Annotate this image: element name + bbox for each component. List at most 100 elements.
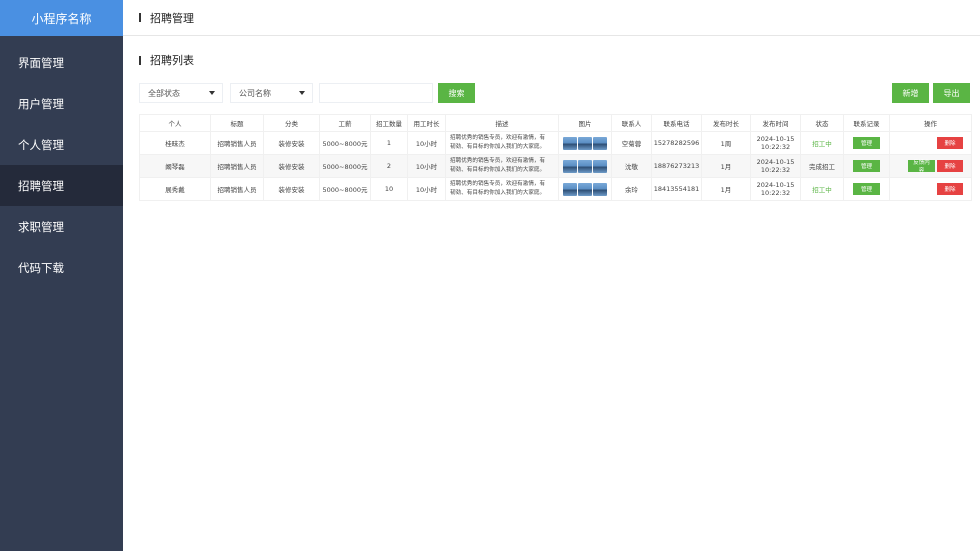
description-line: 韧劲、有目标的你加入我们的大家庭。 xyxy=(450,190,546,196)
cell-description: 招聘优秀的销售专员，欢迎有激情，有 韧劲、有目标的你加入我们的大家庭。 xyxy=(445,131,559,155)
image-thumbnail[interactable] xyxy=(578,136,592,150)
column-header: 发布时长 xyxy=(701,114,751,132)
table-row: 桂昧杰 招聘销售人员 装修安装 5000~8000元 1 10小时 招聘优秀的销… xyxy=(139,131,972,155)
caret-down-icon xyxy=(209,91,215,95)
image-thumbnail[interactable] xyxy=(593,182,607,196)
column-header: 图片 xyxy=(558,114,612,132)
column-header: 发布时间 xyxy=(750,114,801,132)
cell-actions: 删除 xyxy=(889,177,972,201)
page-title: 招聘管理 xyxy=(150,11,194,25)
cell-person: 展秀戴 xyxy=(139,177,211,201)
title-marker xyxy=(139,55,141,65)
company-select-value: 公司名称 xyxy=(239,88,271,98)
column-header: 联系人 xyxy=(611,114,652,132)
cell-count: 1 xyxy=(370,131,408,155)
description-line: 招聘优秀的销售专员，欢迎有激情，有 xyxy=(450,158,546,164)
column-header: 状态 xyxy=(800,114,844,132)
column-header: 操作 xyxy=(889,114,972,132)
publish-date: 2024-10-15 xyxy=(756,181,795,189)
cell-description: 招聘优秀的销售专员，欢迎有激情，有 韧劲、有目标的你加入我们的大家庭。 xyxy=(445,154,559,178)
cell-publish-time: 2024-10-15 10:22:32 xyxy=(750,177,801,201)
status-select[interactable]: 全部状态 xyxy=(139,83,223,103)
feedback-button[interactable]: 反馈内容 xyxy=(908,160,935,174)
image-thumbnail[interactable] xyxy=(578,182,592,196)
description-line: 韧劲、有目标的你加入我们的大家庭。 xyxy=(450,167,546,173)
cell-period: 1月 xyxy=(701,154,751,178)
cell-title: 招聘销售人员 xyxy=(210,154,264,178)
column-header: 个人 xyxy=(139,114,211,132)
header: 招聘管理 xyxy=(123,0,980,36)
section-title: 招聘列表 xyxy=(150,54,194,67)
sidebar-item-interface[interactable]: 界面管理 xyxy=(0,42,123,83)
status-badge: 完成招工 xyxy=(800,154,844,178)
sidebar-item-code-download[interactable]: 代码下载 xyxy=(0,247,123,288)
filter-bar: 全部状态 公司名称 搜索 新增 导出 xyxy=(139,83,970,103)
cell-person: 阚琴磊 xyxy=(139,154,211,178)
cell-person: 桂昧杰 xyxy=(139,131,211,155)
column-header: 工薪 xyxy=(319,114,371,132)
add-button[interactable]: 新增 xyxy=(892,83,929,103)
image-thumbnail[interactable] xyxy=(578,159,592,173)
manage-button[interactable]: 管理 xyxy=(853,137,880,149)
cell-salary: 5000~8000元 xyxy=(319,177,371,201)
cell-description: 招聘优秀的销售专员，欢迎有激情，有 韧劲、有目标的你加入我们的大家庭。 xyxy=(445,177,559,201)
cell-salary: 5000~8000元 xyxy=(319,131,371,155)
cell-images xyxy=(558,131,612,155)
sidebar-item-jobseeking[interactable]: 求职管理 xyxy=(0,206,123,247)
title-marker xyxy=(139,13,141,22)
app-brand: 小程序名称 xyxy=(0,0,123,36)
delete-button[interactable]: 删除 xyxy=(937,183,963,195)
image-thumbnail[interactable] xyxy=(563,159,577,173)
column-header: 联系记录 xyxy=(843,114,890,132)
recruitment-table: 个人 标题 分类 工薪 招工数量 用工时长 描述 图片 联系人 联系电话 发布时… xyxy=(139,114,972,201)
delete-button[interactable]: 删除 xyxy=(937,137,963,149)
cell-period: 1周 xyxy=(701,131,751,155)
cell-publish-time: 2024-10-15 10:22:32 xyxy=(750,131,801,155)
image-thumbnail[interactable] xyxy=(593,136,607,150)
cell-actions: 删除 xyxy=(889,131,972,155)
sidebar: 小程序名称 界面管理 用户管理 个人管理 招聘管理 求职管理 代码下载 xyxy=(0,0,123,551)
image-thumbnail[interactable] xyxy=(593,159,607,173)
export-button[interactable]: 导出 xyxy=(933,83,970,103)
cell-contact: 空菊蓉 xyxy=(611,131,652,155)
publish-date: 2024-10-15 xyxy=(756,158,795,166)
cell-period: 1月 xyxy=(701,177,751,201)
description-line: 招聘优秀的销售专员，欢迎有激情，有 xyxy=(450,135,546,141)
cell-title: 招聘销售人员 xyxy=(210,177,264,201)
cell-contact-records: 管理 xyxy=(843,177,890,201)
column-header: 招工数量 xyxy=(370,114,408,132)
cell-title: 招聘销售人员 xyxy=(210,131,264,155)
cell-count: 2 xyxy=(370,154,408,178)
table-header-row: 个人 标题 分类 工薪 招工数量 用工时长 描述 图片 联系人 联系电话 发布时… xyxy=(139,114,972,132)
description-line: 招聘优秀的销售专员，欢迎有激情，有 xyxy=(450,181,546,187)
search-button[interactable]: 搜索 xyxy=(438,83,475,103)
sidebar-nav: 界面管理 用户管理 个人管理 招聘管理 求职管理 代码下载 xyxy=(0,42,123,288)
column-header: 描述 xyxy=(445,114,559,132)
publish-date: 2024-10-15 xyxy=(756,135,795,143)
description-line: 韧劲、有目标的你加入我们的大家庭。 xyxy=(450,144,546,150)
cell-phone: 18413554181 xyxy=(651,177,702,201)
sidebar-item-personal[interactable]: 个人管理 xyxy=(0,124,123,165)
publish-clock: 10:22:32 xyxy=(760,143,791,151)
publish-clock: 10:22:32 xyxy=(760,166,791,174)
image-thumbnail[interactable] xyxy=(563,182,577,196)
cell-duration: 10小时 xyxy=(407,177,446,201)
column-header: 用工时长 xyxy=(407,114,446,132)
cell-phone: 18876273213 xyxy=(651,154,702,178)
manage-button[interactable]: 管理 xyxy=(853,183,880,195)
sidebar-item-users[interactable]: 用户管理 xyxy=(0,83,123,124)
sidebar-item-recruitment[interactable]: 招聘管理 xyxy=(0,165,123,206)
cell-contact-records: 管理 xyxy=(843,131,890,155)
company-select[interactable]: 公司名称 xyxy=(230,83,313,103)
image-thumbnail[interactable] xyxy=(563,136,577,150)
cell-actions: 反馈内容 删除 xyxy=(889,154,972,178)
section-header: 招聘列表 xyxy=(139,52,194,68)
cell-phone: 15278282596 xyxy=(651,131,702,155)
delete-button[interactable]: 删除 xyxy=(937,160,963,172)
caret-down-icon xyxy=(299,91,305,95)
keyword-input[interactable] xyxy=(319,83,433,103)
status-badge: 招工中 xyxy=(800,177,844,201)
manage-button[interactable]: 管理 xyxy=(853,160,880,172)
cell-publish-time: 2024-10-15 10:22:32 xyxy=(750,154,801,178)
cell-images xyxy=(558,154,612,178)
